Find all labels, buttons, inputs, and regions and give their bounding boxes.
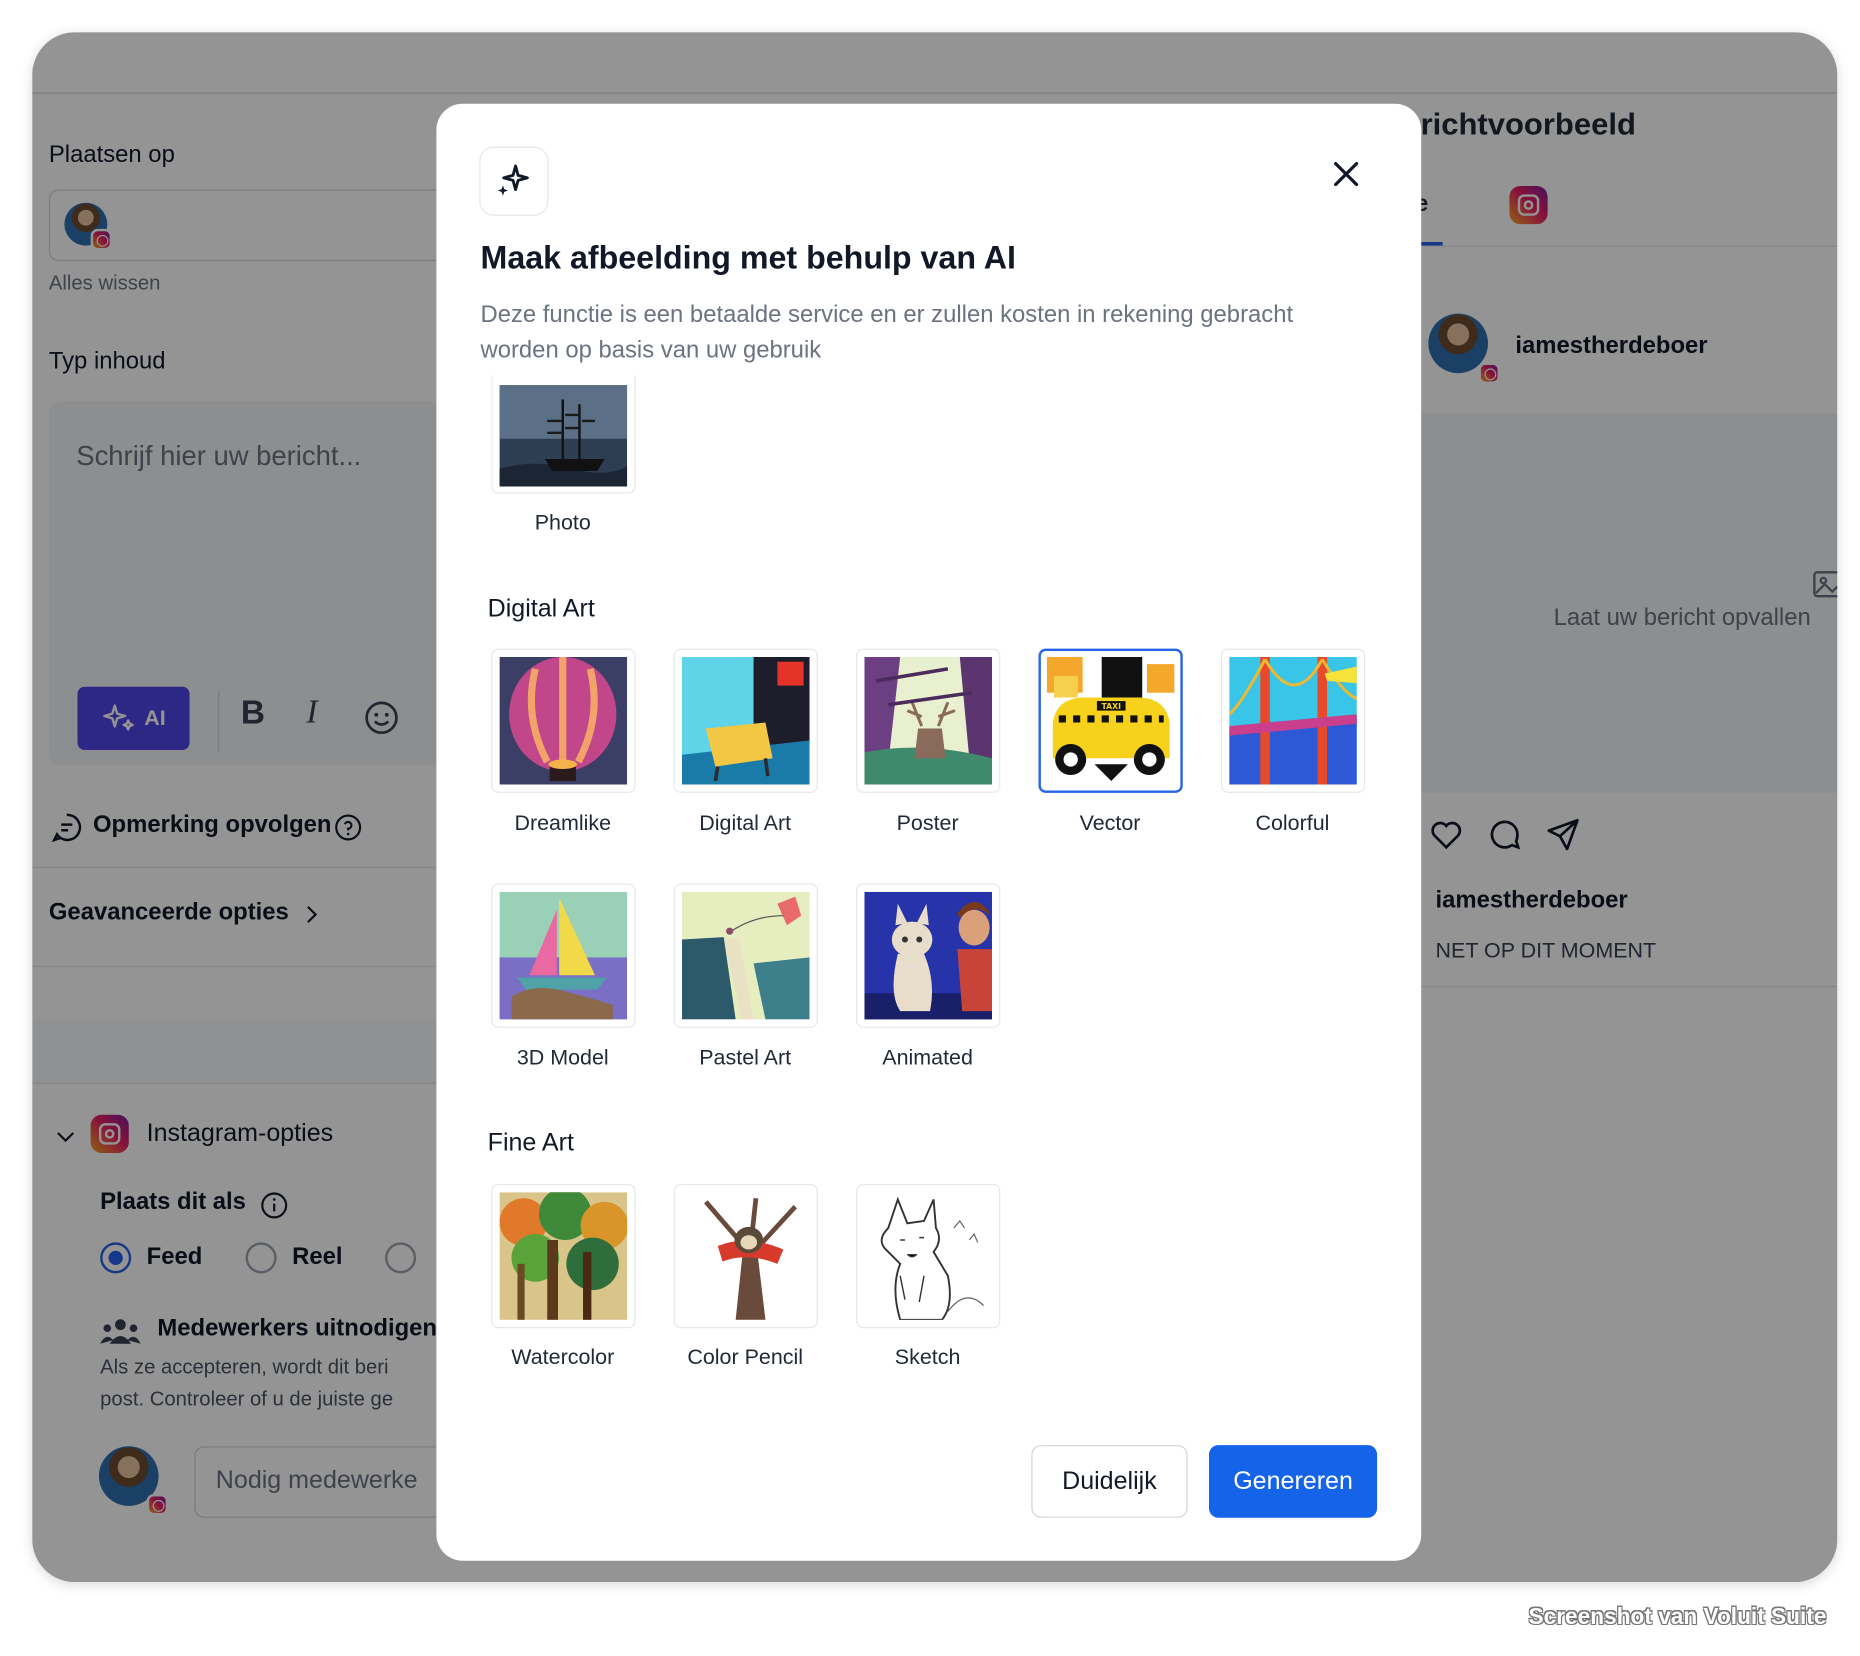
style-thumb-3d-model bbox=[499, 891, 628, 1020]
style-label-animated: Animated bbox=[882, 1045, 973, 1070]
sparkle-icon bbox=[497, 164, 529, 196]
style-thumb-digital-art bbox=[681, 656, 810, 785]
modal-description: Deze functie is een betaalde service en … bbox=[480, 301, 1294, 364]
style-card-color-pencil[interactable] bbox=[673, 1183, 818, 1329]
watermark: Screenshot van Voluit Suite bbox=[1528, 1604, 1827, 1630]
style-thumb-colorful bbox=[1229, 656, 1357, 785]
style-thumb-watercolor bbox=[499, 1192, 628, 1320]
style-thumb-pastel-art bbox=[681, 891, 810, 1020]
style-thumb-sketch bbox=[864, 1192, 992, 1320]
style-thumb-color-pencil bbox=[681, 1192, 810, 1320]
style-card-digital-art[interactable] bbox=[673, 648, 818, 793]
style-label-dreamlike: Dreamlike bbox=[514, 810, 612, 835]
style-label-watercolor: Watercolor bbox=[511, 1344, 615, 1369]
section-fine-art: Fine Art bbox=[487, 1129, 574, 1157]
modal-title: Maak afbeelding met behulp van AI bbox=[480, 239, 1016, 276]
style-label-colorful: Colorful bbox=[1255, 810, 1330, 835]
stage: Plaatsen op Alles wissen Typ inhoud Schr… bbox=[0, 0, 1860, 1656]
style-card-watercolor[interactable] bbox=[491, 1183, 636, 1329]
clear-button[interactable]: Duidelijk bbox=[1031, 1445, 1188, 1518]
style-card-colorful[interactable] bbox=[1220, 648, 1366, 793]
style-label-vector: Vector bbox=[1079, 810, 1141, 835]
style-card-vector[interactable]: TAXI bbox=[1038, 648, 1183, 793]
style-thumb-poster bbox=[864, 656, 992, 785]
style-card-poster[interactable] bbox=[856, 648, 1001, 793]
style-label-pastel-art: Pastel Art bbox=[699, 1045, 792, 1070]
style-label-photo: Photo bbox=[534, 510, 591, 535]
style-card-sketch[interactable] bbox=[856, 1183, 1001, 1329]
section-digital-art: Digital Art bbox=[487, 594, 595, 623]
style-label-3d-model: 3D Model bbox=[516, 1045, 609, 1070]
style-card-dreamlike[interactable] bbox=[491, 648, 636, 793]
ai-image-modal: Maak afbeelding met behulp van AI Deze f… bbox=[436, 103, 1422, 1561]
style-label-color-pencil: Color Pencil bbox=[687, 1344, 804, 1369]
style-thumb-animated bbox=[864, 891, 992, 1020]
style-card-animated[interactable] bbox=[856, 883, 1001, 1028]
style-thumb-vector: TAXI bbox=[1046, 656, 1175, 785]
style-card-pastel-art[interactable] bbox=[673, 883, 818, 1028]
style-label-digital-art: Digital Art bbox=[699, 810, 792, 835]
style-card-3d-model[interactable] bbox=[491, 883, 636, 1028]
style-thumb-photo bbox=[499, 385, 628, 487]
style-card-photo[interactable] bbox=[491, 375, 636, 494]
vector-taxi-sign: TAXI bbox=[1101, 702, 1121, 711]
close-icon[interactable] bbox=[1328, 156, 1364, 192]
sparkle-badge bbox=[479, 146, 549, 216]
style-label-poster: Poster bbox=[896, 810, 959, 835]
style-label-sketch: Sketch bbox=[894, 1344, 961, 1369]
generate-button[interactable]: Genereren bbox=[1208, 1445, 1378, 1518]
style-thumb-dreamlike bbox=[499, 656, 628, 785]
